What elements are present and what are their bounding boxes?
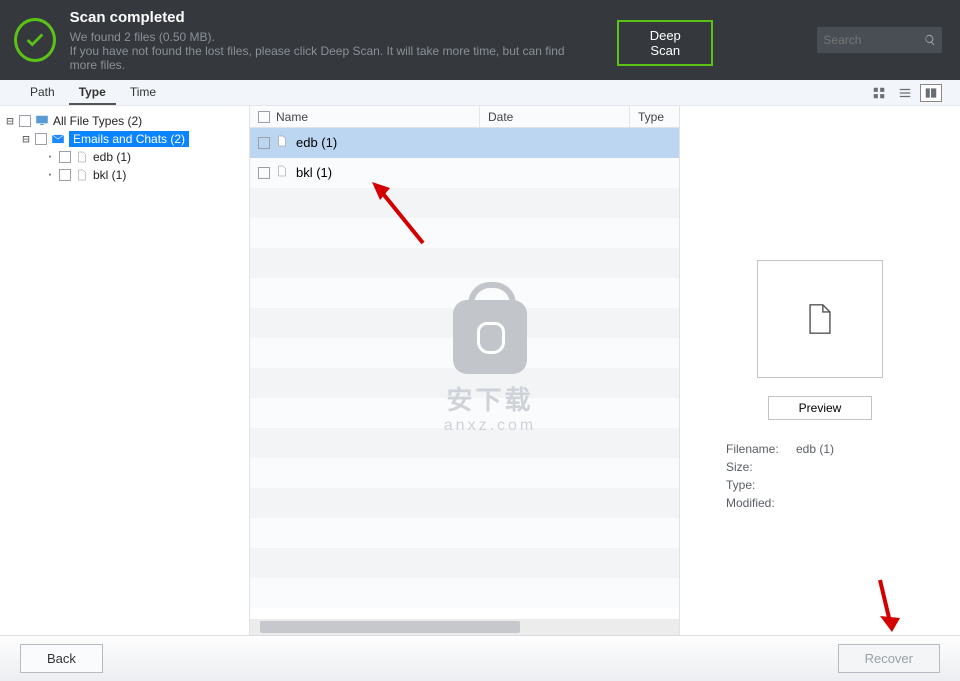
list-row [250,548,679,578]
file-metadata: Filename:edb (1) Size: Type: Modified: [726,440,834,512]
tab-type[interactable]: Type [69,81,116,105]
file-icon [74,150,90,164]
horizontal-scrollbar[interactable] [250,619,679,635]
scan-complete-icon [14,18,56,62]
monitor-icon [34,114,50,128]
header-subtitle-2: If you have not found the lost files, pl… [70,44,589,72]
search-box[interactable] [817,27,942,53]
tree-item-label: bkl (1) [93,168,126,182]
view-grid-button[interactable] [868,84,890,102]
tree-root[interactable]: ⊟ All File Types (2) [4,112,245,130]
tabs: Path Type Time [10,81,166,105]
file-icon [276,134,290,151]
tree-spacer-icon: · [44,150,56,164]
tree-collapse-icon[interactable]: ⊟ [20,132,32,146]
row-name: bkl (1) [296,165,332,180]
preview-thumbnail [757,260,883,378]
back-button[interactable]: Back [20,644,103,673]
recover-button[interactable]: Recover [838,644,940,673]
preview-button[interactable]: Preview [768,396,873,420]
footer: Back Recover [0,635,960,681]
header-title: Scan completed [70,9,589,26]
list-row [250,188,679,218]
row-name: edb (1) [296,135,337,150]
list-row[interactable]: edb (1) [250,128,679,158]
list-row [250,578,679,608]
search-input[interactable] [823,33,923,47]
tree-emails-label: Emails and Chats (2) [69,131,189,147]
col-type[interactable]: Type [638,110,664,124]
col-date[interactable]: Date [488,110,513,124]
col-name[interactable]: Name [276,110,308,124]
header-checkbox[interactable] [258,111,270,123]
meta-filename-label: Filename: [726,440,796,458]
tree-emails[interactable]: ⊟ Emails and Chats (2) [20,130,245,148]
toolbar: Path Type Time [0,80,960,106]
header-subtitle-1: We found 2 files (0.50 MB). [70,30,589,44]
list-row [250,368,679,398]
tab-path[interactable]: Path [20,81,65,105]
tree-root-label: All File Types (2) [53,114,142,128]
file-list: Name Date Type edb (1) bkl [250,106,680,635]
meta-size-label: Size: [726,458,796,476]
header-text: Scan completed We found 2 files (0.50 MB… [70,9,589,72]
meta-type-label: Type: [726,476,796,494]
preview-panel: Preview Filename:edb (1) Size: Type: Mod… [680,106,960,635]
tree-checkbox[interactable] [19,115,31,127]
list-row [250,308,679,338]
list-body: edb (1) bkl (1) [250,128,679,619]
list-row [250,248,679,278]
tree-collapse-icon[interactable]: ⊟ [4,114,16,128]
view-list-button[interactable] [894,84,916,102]
tab-time[interactable]: Time [120,81,166,105]
file-tree: ⊟ All File Types (2) ⊟ Emails and Chats … [0,106,250,635]
list-row[interactable]: bkl (1) [250,158,679,188]
list-header: Name Date Type [250,106,679,128]
tree-checkbox[interactable] [35,133,47,145]
list-row [250,218,679,248]
envelope-icon [50,132,66,146]
tree-item-label: edb (1) [93,150,131,164]
file-icon [74,168,90,182]
header: Scan completed We found 2 files (0.50 MB… [0,0,960,80]
tree-checkbox[interactable] [59,169,71,181]
deep-scan-button[interactable]: Deep Scan [617,20,713,66]
search-icon [924,33,936,47]
row-checkbox[interactable] [258,137,270,149]
row-checkbox[interactable] [258,167,270,179]
scrollbar-thumb[interactable] [260,621,520,633]
list-row [250,398,679,428]
view-buttons [868,84,950,102]
list-row [250,428,679,458]
meta-modified-label: Modified: [726,494,796,512]
view-detail-button[interactable] [920,84,942,102]
tree-item[interactable]: · bkl (1) [44,166,245,184]
list-row [250,338,679,368]
tree-spacer-icon: · [44,168,56,182]
meta-filename-value: edb (1) [796,442,834,456]
list-row [250,458,679,488]
tree-checkbox[interactable] [59,151,71,163]
file-icon [276,164,290,181]
main: ⊟ All File Types (2) ⊟ Emails and Chats … [0,106,960,635]
list-row [250,278,679,308]
list-row [250,488,679,518]
list-row [250,518,679,548]
tree-item[interactable]: · edb (1) [44,148,245,166]
